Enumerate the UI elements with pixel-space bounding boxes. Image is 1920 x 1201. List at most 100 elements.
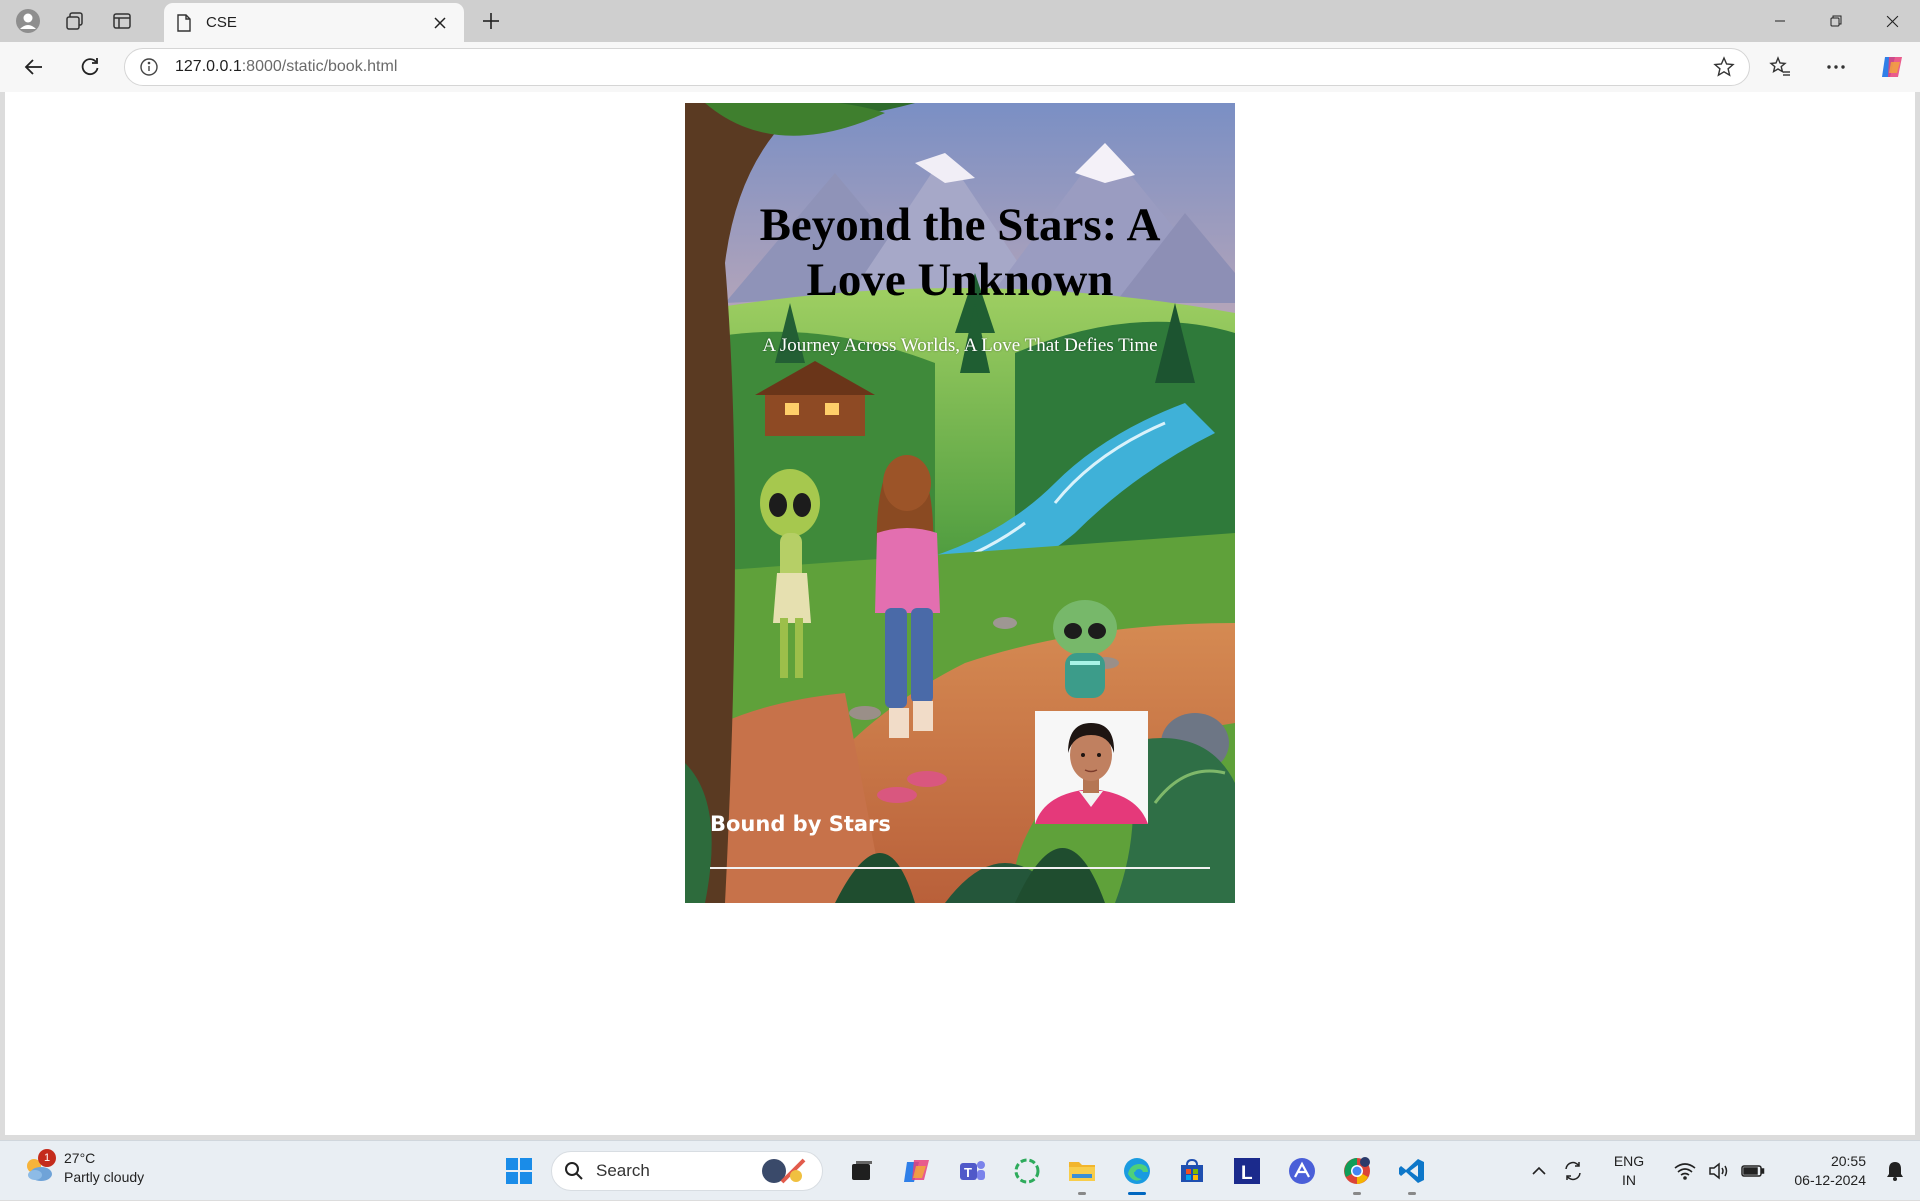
battery-icon [1741,1165,1765,1177]
weather-widget[interactable]: 1 27°C Partly cloudy [22,1149,144,1187]
store-icon [1181,1158,1203,1182]
url-host: 127.0.0.1 [175,58,242,75]
back-button[interactable] [14,49,54,85]
taskbar: 1 27°C Partly cloudy Search T L ENG IN 2… [0,1140,1920,1200]
plus-icon [483,13,499,29]
arc-app-icon [1289,1158,1315,1184]
notifications-button[interactable] [1878,1151,1912,1191]
weather-text: 27°C Partly cloudy [64,1149,144,1187]
book-subtitle: A Journey Across Worlds, A Love That Def… [762,335,1158,356]
minimize-button[interactable] [1752,0,1808,42]
app-ring-button[interactable] [1004,1151,1050,1191]
wifi-icon [1674,1163,1696,1180]
tab-strip: CSE [0,0,1920,42]
vscode-button[interactable] [1389,1151,1435,1195]
task-view-button[interactable] [839,1151,885,1191]
author-name: Bound by Stars [710,812,891,836]
file-explorer-button[interactable] [1059,1151,1105,1195]
close-tab-button[interactable] [428,11,452,35]
refresh-icon [81,58,99,76]
profile-button[interactable] [8,4,48,38]
refresh-button[interactable] [70,49,110,85]
l-app-icon: L [1234,1158,1260,1184]
favorites-icon [1769,56,1790,76]
info-icon[interactable] [139,57,159,77]
favorite-star-icon[interactable] [1713,56,1735,78]
url-text[interactable]: 127.0.0.1:8000/static/book.html [175,58,1713,76]
svg-text:L: L [1241,1163,1253,1184]
svg-text:T: T [964,1165,972,1180]
favorites-button[interactable] [1752,49,1808,85]
chrome-icon [1344,1157,1370,1184]
book-title: Beyond the Stars: A Love Unknown [759,199,1161,306]
search-label: Search [596,1161,650,1180]
wifi-button[interactable] [1668,1151,1702,1191]
teams-icon: T [960,1161,985,1180]
weather-temp: 27°C [64,1150,96,1166]
windows-logo-icon [506,1158,532,1184]
page-viewport: Beyond the Stars: A Love Unknown A Journ… [5,92,1915,1135]
author-portrait [1035,711,1148,824]
more-menu-button[interactable] [1808,49,1864,85]
cover-divider [710,867,1210,869]
copilot-taskbar-button[interactable] [894,1151,940,1191]
tab-title: CSE [206,14,237,31]
clock[interactable]: 20:55 06-12-2024 [1776,1152,1866,1190]
arc-app-button[interactable] [1279,1151,1325,1191]
show-hidden-icons-button[interactable] [1522,1151,1556,1191]
l-app-button[interactable]: L [1224,1151,1270,1191]
vertical-tabs-button[interactable] [102,4,142,38]
language-indicator[interactable]: ENG IN [1604,1152,1654,1190]
restore-icon [1830,15,1842,27]
back-arrow-icon [24,59,42,75]
edge-button[interactable] [1114,1151,1160,1195]
teams-button[interactable]: T [949,1151,995,1191]
sync-button[interactable] [1556,1151,1590,1191]
page-icon [177,13,191,32]
close-window-button[interactable] [1864,0,1920,42]
volume-button[interactable] [1702,1151,1736,1191]
restore-button[interactable] [1808,0,1864,42]
clock-time: 20:55 [1830,1153,1866,1169]
close-icon [434,16,446,29]
window-controls [1752,0,1920,42]
start-button[interactable] [496,1151,542,1191]
book-cover: Beyond the Stars: A Love Unknown A Journ… [685,103,1235,903]
browser-tab[interactable]: CSE [164,3,464,42]
copilot-icon [904,1160,929,1182]
minimize-icon [1775,20,1785,22]
chrome-button[interactable] [1334,1151,1380,1195]
workspaces-icon [66,12,83,30]
battery-button[interactable] [1736,1151,1770,1191]
more-icon [1827,65,1845,69]
search-icon [565,1162,583,1180]
taskbar-search[interactable]: Search [551,1151,823,1191]
chevron-up-icon [1532,1166,1546,1175]
task-view-icon [852,1161,872,1180]
sync-icon [1565,1161,1581,1181]
system-tray: ENG IN 20:55 06-12-2024 [1522,1141,1920,1201]
edge-icon [1124,1158,1150,1184]
url-path: :8000/static/book.html [241,58,398,75]
address-bar[interactable]: 127.0.0.1:8000/static/book.html [124,48,1750,86]
weather-alert-badge: 1 [38,1149,56,1167]
store-button[interactable] [1169,1151,1215,1191]
copilot-icon [1882,57,1902,77]
profile-icon [16,9,40,33]
language-region: IN [1622,1172,1636,1188]
language-code: ENG [1613,1153,1645,1169]
bell-icon [1887,1162,1903,1181]
close-icon [1886,15,1898,27]
toolbar-right [1752,49,1920,85]
clock-date: 06-12-2024 [1794,1172,1866,1188]
weather-icon-wrap: 1 [22,1149,56,1184]
browser-toolbar: 127.0.0.1:8000/static/book.html [0,42,1920,92]
search-highlight-icon [762,1158,806,1184]
new-tab-button[interactable] [474,6,508,36]
copilot-button[interactable] [1864,49,1920,85]
folder-icon [1069,1162,1095,1181]
tab-actions-icon [113,13,131,29]
workspaces-button[interactable] [55,4,95,38]
weather-condition: Partly cloudy [64,1169,145,1185]
vscode-icon [1399,1159,1424,1183]
